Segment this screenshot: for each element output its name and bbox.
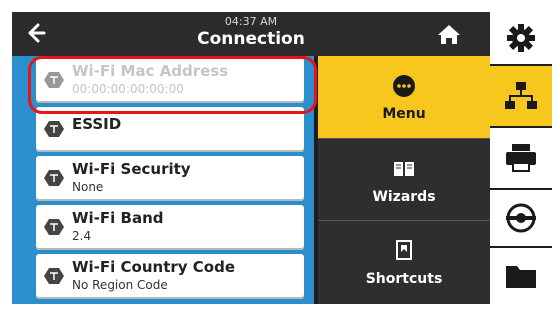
settings-hex-icon xyxy=(44,268,64,284)
settings-hex-icon xyxy=(44,121,64,137)
list-item-wifi-country-code[interactable]: Wi-Fi Country Code No Region Code xyxy=(36,254,304,299)
item-label: Wi-Fi Security xyxy=(72,160,191,178)
settings-hex-icon xyxy=(44,219,64,235)
header-bar: 04:37 AM Connection xyxy=(12,12,490,56)
gear-icon xyxy=(507,24,535,52)
print-category-button[interactable] xyxy=(490,128,552,188)
menu-button[interactable]: Menu xyxy=(318,56,490,138)
clock-time: 04:37 AM xyxy=(224,15,278,28)
shortcuts-button-label: Shortcuts xyxy=(365,271,443,287)
shortcuts-button[interactable]: Shortcuts xyxy=(318,220,490,304)
item-label: ESSID xyxy=(72,115,122,133)
wizards-button-label: Wizards xyxy=(372,189,436,205)
menu-dots-icon xyxy=(393,75,415,97)
page-title: Connection xyxy=(197,29,305,49)
item-label: Wi-Fi Band xyxy=(72,209,164,227)
main-menu-column: Menu Wizards Shortcuts xyxy=(318,56,490,304)
connection-category-button[interactable] xyxy=(490,66,552,126)
printer-icon xyxy=(506,144,536,172)
wizards-button[interactable]: Wizards xyxy=(318,138,490,220)
media-roll-icon xyxy=(506,203,536,233)
item-label: Wi-Fi Country Code xyxy=(72,258,235,276)
list-item-wifi-band[interactable]: Wi-Fi Band 2.4 xyxy=(36,205,304,250)
files-category-button[interactable] xyxy=(490,248,552,304)
book-icon xyxy=(394,162,414,176)
network-icon xyxy=(505,82,537,109)
settings-category-button[interactable] xyxy=(490,12,552,64)
bookmark-icon xyxy=(396,240,412,260)
category-column xyxy=(490,12,552,304)
printer-screen: 04:37 AM Connection Wi-Fi Mac Address 00… xyxy=(12,12,552,304)
settings-hex-icon xyxy=(44,170,64,186)
home-icon[interactable] xyxy=(436,22,462,46)
item-value: No Region Code xyxy=(72,278,168,292)
highlight-outline xyxy=(28,56,317,114)
item-value: 2.4 xyxy=(72,229,92,243)
media-category-button[interactable] xyxy=(490,190,552,246)
menu-button-label: Menu xyxy=(382,106,426,122)
item-value: None xyxy=(72,180,104,194)
folder-icon xyxy=(506,266,536,288)
list-item-wifi-security[interactable]: Wi-Fi Security None xyxy=(36,156,304,201)
